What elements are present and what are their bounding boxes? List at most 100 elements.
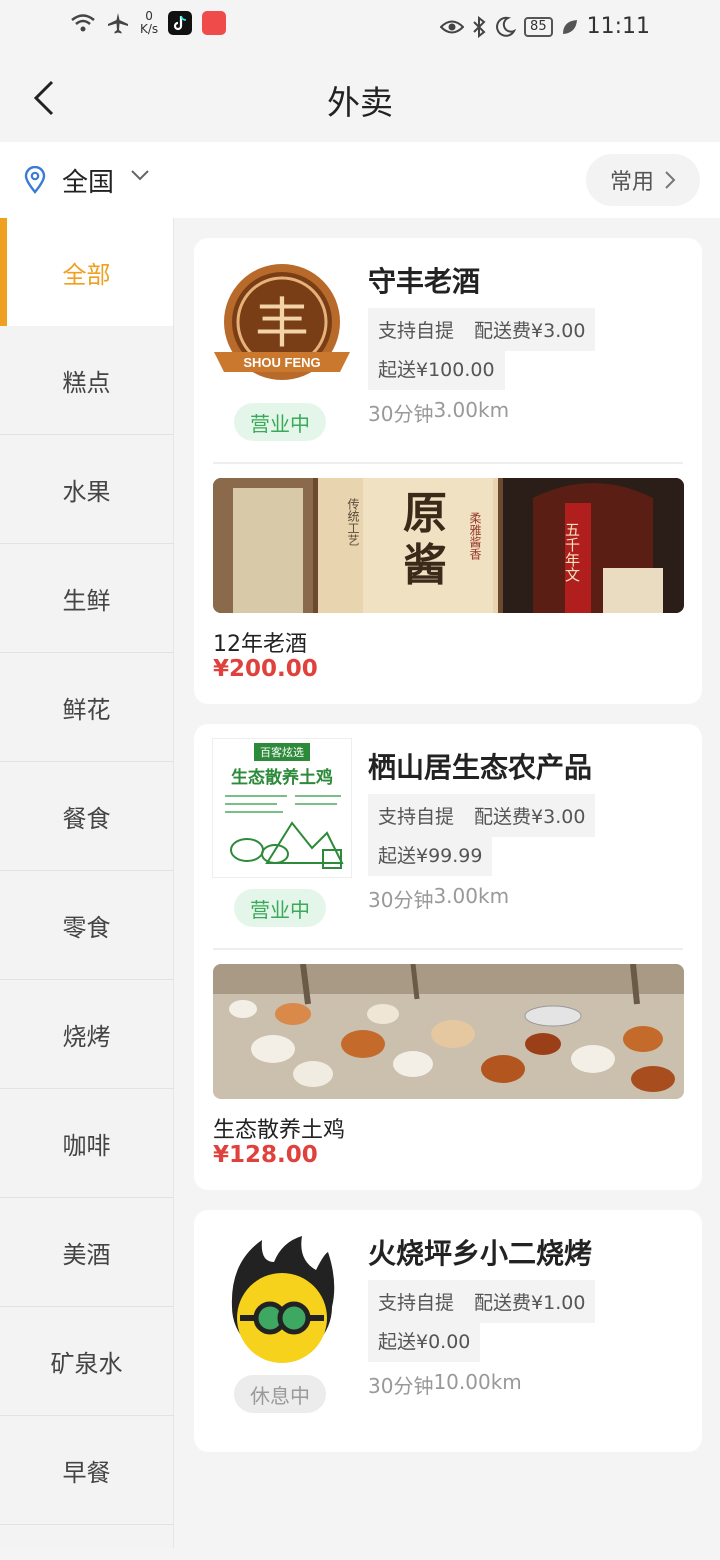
category-bbq[interactable]: 烧烤	[0, 980, 173, 1089]
location-bar: 全国 常用	[0, 142, 720, 218]
category-label: 鲜花	[62, 695, 111, 724]
shop-tags: 支持自提 配送费¥3.00	[368, 794, 596, 837]
category-label: 全部	[62, 260, 111, 289]
category-breakfast[interactable]: 早餐	[0, 1416, 173, 1525]
delivery-time: 30分钟	[368, 1374, 434, 1398]
product-image-text-1: 原	[403, 489, 447, 538]
shop-tags-2: 起送¥99.99	[368, 833, 493, 876]
shop-card[interactable]: 休息中 火烧坪乡小二烧烤 支持自提 配送费¥1.00 起送¥0.00 30分钟1…	[194, 1210, 702, 1452]
status-bar-right: 85 11:11	[440, 14, 650, 39]
shop-distance: 3.00km	[433, 398, 510, 422]
chevron-down-icon[interactable]	[130, 168, 150, 182]
delivery-fee-tag: 配送费¥3.00	[464, 308, 596, 351]
logo-top-text: 百客炫选	[254, 743, 310, 761]
category-label: 餐食	[62, 804, 111, 833]
category-label: 矿泉水	[50, 1349, 123, 1378]
shop-name: 栖山居生态农产品	[368, 751, 593, 784]
category-label: 美酒	[62, 1240, 111, 1269]
pickup-tag: 支持自提	[368, 794, 465, 837]
net-speed: 0 K/s	[140, 10, 158, 36]
shop-status-badge: 休息中	[234, 1375, 326, 1413]
shop-logo: 丰 SHOU FENG	[214, 264, 350, 380]
category-coffee[interactable]: 咖啡	[0, 1089, 173, 1198]
pickup-tag: 支持自提	[368, 1280, 465, 1323]
tiktok-app-icon	[168, 11, 193, 35]
product-image[interactable]: 原 酱 柔雅酱香 传统工艺 五千年文	[213, 478, 684, 613]
net-speed-unit: K/s	[140, 22, 159, 36]
shop-tags-2: 起送¥0.00	[368, 1319, 481, 1362]
shop-meta: 30分钟3.00km	[368, 398, 509, 427]
bluetooth-icon	[473, 15, 486, 38]
shop-card[interactable]: 丰 SHOU FENG 营业中 守丰老酒 支持自提 配送费¥3.00 起送¥10…	[194, 238, 702, 704]
category-pastry[interactable]: 糕点	[0, 326, 173, 435]
product-price: ¥128.00	[213, 1142, 318, 1168]
nav-header: 外卖	[0, 56, 720, 142]
common-label: 常用	[609, 170, 654, 195]
shop-card[interactable]: 百客炫选 生态散养土鸡 营业中 栖山居生态农产品 支持自提 配送费¥3.00 起…	[194, 724, 702, 1190]
leaf-icon	[562, 19, 577, 34]
category-snacks[interactable]: 零食	[0, 871, 173, 980]
category-label: 糕点	[62, 368, 111, 397]
shop-status-badge: 营业中	[234, 403, 326, 441]
category-sidebar: 全部 糕点 水果 生鲜 鲜花 餐食 零食 烧烤 咖啡 美酒 矿泉水 早餐	[0, 218, 174, 1548]
shop-meta: 30分钟10.00km	[368, 1370, 522, 1399]
city-selector[interactable]: 全国	[62, 162, 114, 199]
product-image-ribbon: 五千年文	[563, 522, 580, 582]
min-order-tag: 起送¥0.00	[368, 1319, 481, 1362]
shop-logo	[231, 1236, 335, 1363]
product-image-side-2: 传统工艺	[346, 497, 360, 546]
moon-icon	[496, 16, 517, 37]
category-flowers[interactable]: 鲜花	[0, 653, 173, 762]
location-pin-icon	[24, 166, 46, 194]
delivery-fee-tag: 配送费¥3.00	[464, 794, 596, 837]
card-divider	[213, 948, 683, 950]
product-image[interactable]	[213, 964, 684, 1099]
shop-distance: 3.00km	[433, 884, 510, 908]
category-label: 早餐	[62, 1458, 111, 1487]
product-name: 生态散养土鸡	[213, 1118, 346, 1143]
pickup-tag: 支持自提	[368, 308, 465, 351]
shop-distance: 10.00km	[433, 1370, 522, 1394]
category-label: 水果	[62, 477, 111, 506]
logo-illustration	[225, 795, 344, 869]
product-image-side-1: 柔雅酱香	[468, 512, 482, 561]
airplane-icon	[108, 13, 128, 34]
battery-indicator: 85	[524, 16, 553, 37]
shop-status-badge: 营业中	[234, 889, 326, 927]
card-divider	[213, 462, 683, 464]
shop-tags: 支持自提 配送费¥3.00	[368, 308, 596, 351]
shop-logo: 百客炫选 生态散养土鸡	[212, 738, 352, 878]
min-order-tag: 起送¥100.00	[368, 347, 505, 390]
delivery-fee-tag: 配送费¥1.00	[464, 1280, 596, 1323]
red-app-icon	[202, 11, 227, 35]
shop-name: 火烧坪乡小二烧烤	[368, 1237, 593, 1270]
shop-tags: 支持自提 配送费¥1.00	[368, 1280, 596, 1323]
status-bar: 0 K/s 85 11:11	[0, 0, 720, 56]
delivery-time: 30分钟	[368, 888, 434, 912]
wifi-icon	[71, 14, 95, 32]
clock: 11:11	[586, 14, 650, 39]
category-label: 烧烤	[62, 1022, 111, 1051]
page-title: 外卖	[327, 83, 393, 122]
product-price: ¥200.00	[213, 656, 318, 682]
category-fresh[interactable]: 生鲜	[0, 544, 173, 653]
shop-name: 守丰老酒	[368, 265, 481, 298]
chevron-right-icon	[665, 171, 676, 189]
logo-text: SHOU FENG	[243, 355, 320, 370]
category-label: 生鲜	[62, 586, 111, 615]
logo-char: 丰	[255, 294, 309, 354]
category-all[interactable]: 全部	[0, 218, 173, 326]
category-label: 零食	[62, 913, 111, 942]
category-meals[interactable]: 餐食	[0, 762, 173, 871]
category-fruit[interactable]: 水果	[0, 435, 173, 544]
product-image-text-2: 酱	[403, 541, 447, 590]
category-wine[interactable]: 美酒	[0, 1198, 173, 1307]
shop-meta: 30分钟3.00km	[368, 884, 509, 913]
delivery-time: 30分钟	[368, 402, 434, 426]
shop-tags-2: 起送¥100.00	[368, 347, 505, 390]
common-button[interactable]: 常用	[586, 154, 700, 206]
status-bar-left: 0 K/s	[70, 10, 227, 36]
category-water[interactable]: 矿泉水	[0, 1307, 173, 1416]
eye-icon	[440, 20, 465, 33]
product-name: 12年老酒	[213, 632, 307, 657]
